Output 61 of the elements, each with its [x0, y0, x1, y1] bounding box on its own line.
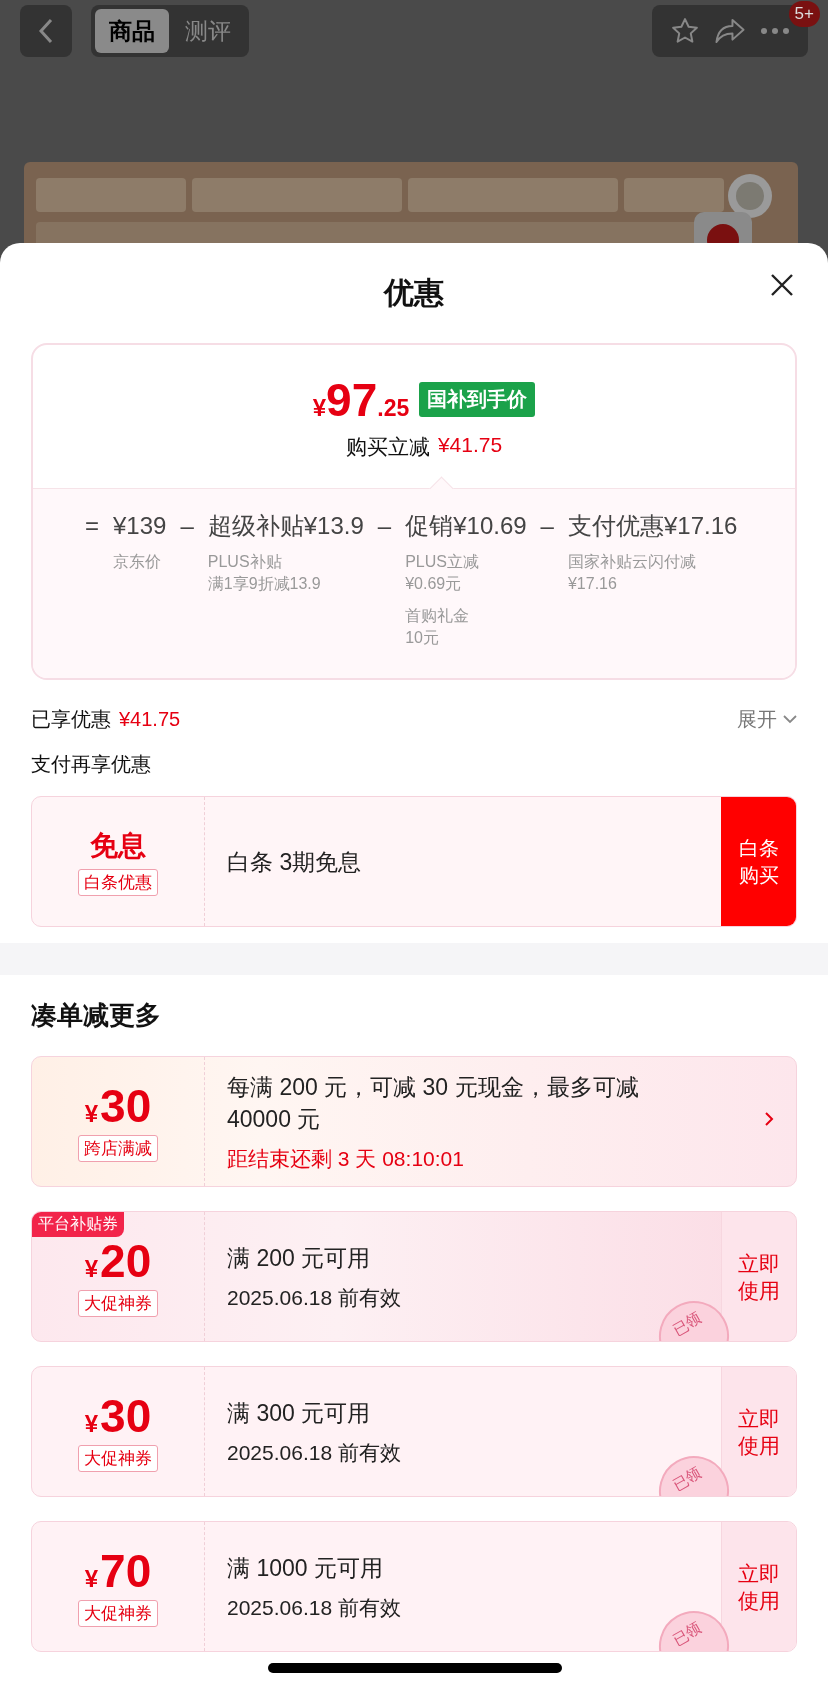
coupon-amount: ¥30 [84, 1391, 152, 1441]
saving-value: ¥41.75 [437, 432, 503, 458]
coupon-amount: ¥30 [84, 1081, 152, 1131]
coupon-tag: 大促神券 [78, 1445, 158, 1472]
more-icon[interactable] [760, 27, 790, 35]
coupon-ribbon: 平台补贴券 [32, 1212, 124, 1237]
breakdown-amount: 支付优惠¥17.16 [567, 511, 738, 541]
breakdown-note: 京东价 [113, 552, 162, 572]
countdown-text: 距结束还剩 3 天 08:10:01 [227, 1145, 465, 1172]
operator-sign: = [85, 511, 99, 541]
breakdown-note: 国家补贴云闪付减 [567, 552, 697, 572]
star-icon[interactable] [670, 16, 700, 46]
notification-badge: 5+ [788, 1, 820, 27]
operator-sign: – [377, 511, 392, 541]
subsidy-tag: 国补到手价 [419, 382, 536, 417]
use-button[interactable]: 立即使用 [721, 1522, 796, 1651]
use-button[interactable]: 立即使用 [721, 1212, 796, 1341]
coupon-text: 满 200 元可用 [227, 1243, 372, 1273]
final-price: ¥97.25 [312, 372, 410, 427]
section-title: 支付再享优惠 [30, 752, 152, 777]
validity-text: 2025.06.18 前有效 [227, 1284, 402, 1311]
coupon-tag: 跨店满减 [78, 1135, 158, 1162]
coupon-tag: 大促神券 [78, 1600, 158, 1627]
offer-tag: 白条优惠 [78, 869, 158, 896]
breakdown-amount: 促销¥10.69 [405, 511, 527, 541]
breakdown-note: PLUS补贴 [207, 552, 283, 572]
expand-toggle[interactable]: 展开 [737, 705, 797, 733]
offer-title: 免息 [90, 829, 146, 863]
breakdown-amount: ¥139 [113, 511, 167, 541]
coupon-amount: ¥20 [84, 1236, 152, 1286]
chevron-icon[interactable] [764, 1111, 774, 1127]
operator-sign: – [180, 511, 194, 541]
coupon-text: 满 1000 元可用 [227, 1553, 384, 1583]
buy-button[interactable]: 白条购买 [721, 797, 796, 926]
validity-text: 2025.06.18 前有效 [227, 1439, 402, 1466]
sheet-title: 优惠 [384, 274, 444, 311]
operator-sign: – [540, 511, 554, 541]
applied-label: 已享优惠 [31, 706, 111, 732]
breakdown-note: ¥0.69元 [405, 574, 463, 594]
offer-text: 白条 3期免息 [227, 847, 363, 877]
use-button[interactable]: 立即使用 [721, 1367, 796, 1496]
validity-text: 2025.06.18 前有效 [227, 1594, 402, 1621]
breakdown-note: PLUS立减 [405, 552, 480, 572]
breakdown-note: ¥17.16 [567, 574, 618, 594]
back-button[interactable] [20, 5, 72, 57]
coupon-amount: ¥70 [84, 1546, 152, 1596]
tab[interactable]: 商品 [95, 9, 169, 53]
breakdown-amount: 超级补贴¥13.9 [207, 511, 364, 541]
breakdown-note: 10元 [405, 628, 440, 648]
tab[interactable]: 测评 [171, 9, 245, 53]
breakdown-note: 首购礼金 [405, 606, 471, 626]
coupon-tag: 大促神券 [78, 1290, 158, 1317]
share-icon[interactable] [714, 16, 746, 46]
close-icon[interactable] [770, 273, 794, 297]
section-title: 凑单减更多 [30, 999, 162, 1032]
back-icon [38, 18, 54, 44]
coupon-text: 每满 200 元，可减 30 元现金，最多可减 40000 元 [227, 1072, 640, 1134]
applied-value: ¥41.75 [119, 707, 181, 731]
coupon-text: 满 300 元可用 [227, 1398, 372, 1428]
breakdown-note: 满1享9折减13.9 [207, 574, 322, 594]
saving-label: 购买立减 [345, 433, 430, 460]
